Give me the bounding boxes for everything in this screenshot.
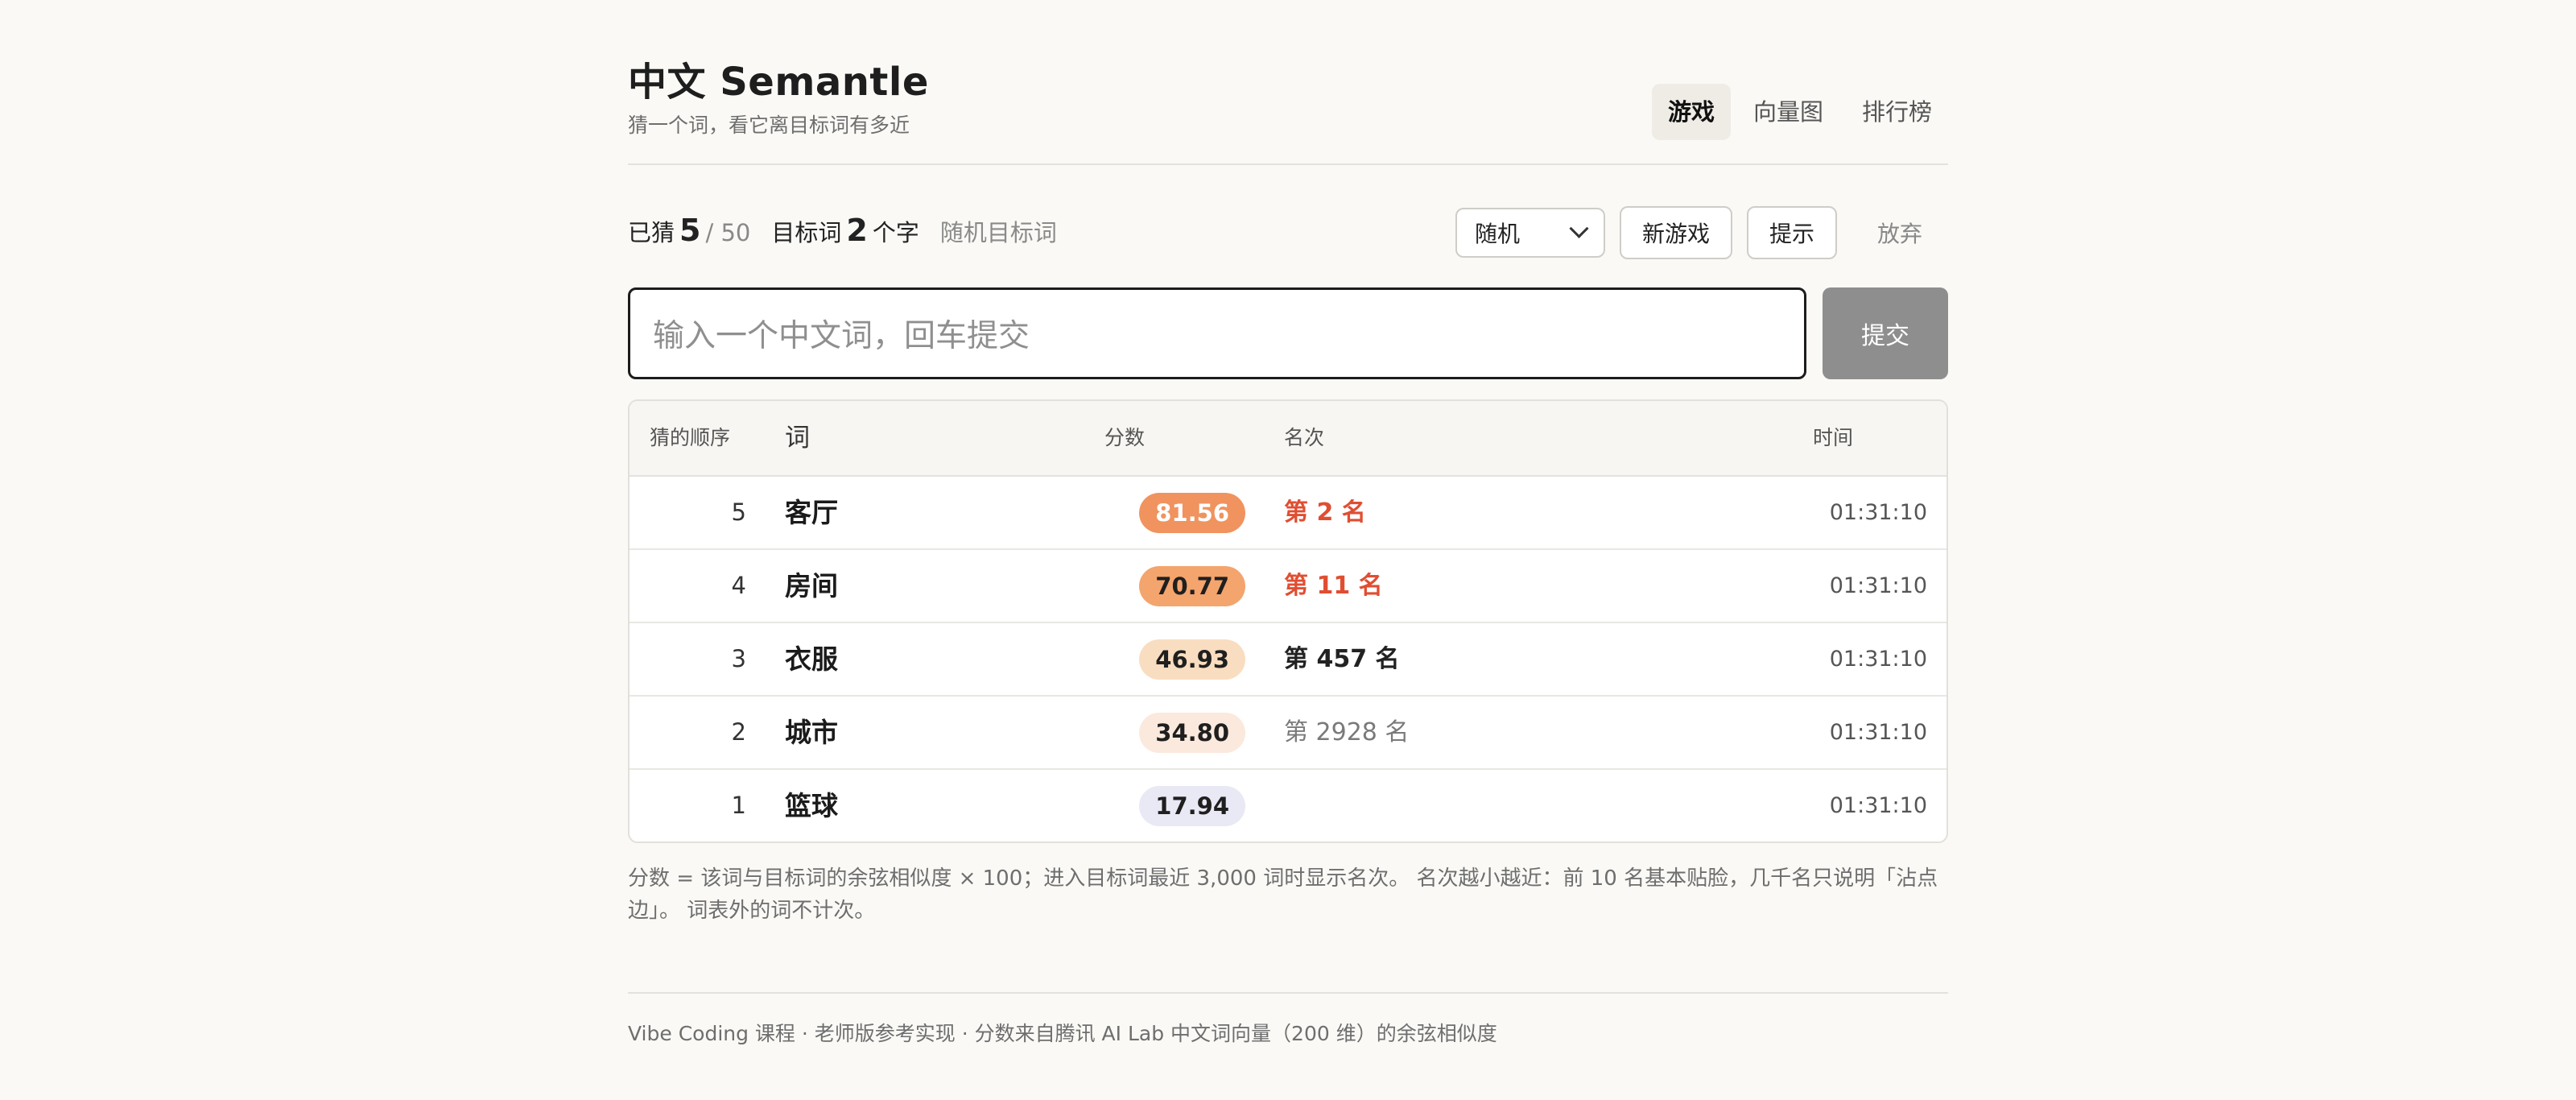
- table-row: 2 城市 34.80 第 2928 名 01:31:10: [630, 697, 1946, 770]
- page-title: 中文 Semantle: [628, 60, 929, 105]
- guess-score-cell: 81.56: [1139, 477, 1245, 548]
- guessed-total: / 50: [705, 219, 751, 246]
- mode-select-value: 随机: [1474, 221, 1520, 247]
- tab-vector-map[interactable]: 向量图: [1737, 84, 1839, 140]
- table-row: 4 房间 70.77 第 11 名 01:31:10: [630, 550, 1946, 623]
- guessed-count: 5: [679, 213, 701, 248]
- hint-button[interactable]: 提示: [1746, 206, 1837, 259]
- new-game-button[interactable]: 新游戏: [1619, 206, 1732, 259]
- target-label: 目标词: [771, 219, 842, 246]
- mode-label: 随机目标词: [939, 219, 1057, 246]
- game-controls: 随机 新游戏 提示 放弃: [1455, 206, 1948, 259]
- page-footer: Vibe Coding 课程 · 老师版参考实现 · 分数来自腾讯 AI Lab…: [628, 992, 1948, 1047]
- guess-word: 客厅: [785, 497, 838, 528]
- target-length: 2: [846, 213, 868, 248]
- guess-time: 01:31:10: [1829, 793, 1927, 818]
- table-row: 1 篮球 17.94 01:31:10: [630, 770, 1946, 842]
- guess-order: 1: [731, 792, 746, 819]
- guess-rank: 第 11 名: [1284, 572, 1383, 600]
- score-badge: 81.56: [1139, 492, 1245, 533]
- top-nav: 游戏 向量图 排行榜: [1651, 84, 1948, 140]
- game-status-bar: 已猜 5/ 50 目标词 2 个字 随机目标词 随机 新游戏 提示 放弃: [628, 206, 1948, 259]
- guess-order: 2: [731, 718, 746, 746]
- guess-word: 衣服: [785, 643, 838, 675]
- header-time: 时间: [1813, 426, 1854, 449]
- guess-time: 01:31:10: [1829, 720, 1927, 745]
- guess-word: 篮球: [785, 790, 838, 821]
- score-badge: 46.93: [1139, 639, 1245, 680]
- guess-order: 4: [731, 572, 746, 599]
- guess-time: 01:31:10: [1829, 573, 1927, 598]
- guessed-label: 已猜: [628, 219, 675, 246]
- guess-order: 5: [731, 498, 746, 526]
- score-badge: 17.94: [1139, 785, 1245, 826]
- guess-time: 01:31:10: [1829, 647, 1927, 672]
- header-rank: 名次: [1284, 426, 1325, 449]
- page-subtitle: 猜一个词，看它离目标词有多近: [628, 114, 910, 137]
- guess-score-cell: 17.94: [1139, 770, 1245, 842]
- header-word: 词: [785, 424, 810, 453]
- guess-rank: 第 2 名: [1284, 498, 1366, 527]
- app-container: 中文 Semantle 猜一个词，看它离目标词有多近 游戏 向量图 排行榜 已猜…: [628, 0, 1948, 1045]
- submit-button[interactable]: 提交: [1823, 287, 1948, 379]
- guess-time: 01:31:10: [1829, 500, 1927, 525]
- guess-word: 房间: [785, 570, 838, 602]
- score-explanation: 分数 = 该词与目标词的余弦相似度 × 100；进入目标词最近 3,000 词时…: [628, 866, 1938, 923]
- table-row: 3 衣服 46.93 第 457 名 01:31:10: [630, 623, 1946, 697]
- page-header: 中文 Semantle 猜一个词，看它离目标词有多近 游戏 向量图 排行榜: [628, 0, 1948, 165]
- guess-input[interactable]: 输入一个中文词，回车提交: [628, 287, 1806, 379]
- guess-form: 输入一个中文词，回车提交 提交: [628, 287, 1948, 379]
- tab-leaderboard[interactable]: 排行榜: [1846, 84, 1948, 140]
- guess-rank: 第 457 名: [1284, 645, 1400, 673]
- mode-select[interactable]: 随机: [1455, 208, 1605, 258]
- tab-game[interactable]: 游戏: [1651, 84, 1731, 140]
- score-badge: 34.80: [1139, 712, 1245, 753]
- chevron-down-icon: [1569, 218, 1589, 238]
- guesses-table: 猜的顺序 词 分数 名次 时间 5 客厅 81.56 第 2 名 01:31:10 4 房间…: [628, 399, 1948, 843]
- target-unit: 个字: [872, 219, 919, 246]
- guess-score-cell: 46.93: [1139, 623, 1245, 695]
- header-score: 分数: [1104, 426, 1146, 449]
- game-stats: 已猜 5/ 50 目标词 2 个字 随机目标词: [628, 213, 1057, 248]
- score-badge: 70.77: [1139, 565, 1245, 606]
- table-body: 5 客厅 81.56 第 2 名 01:31:10 4 房间 70.77 第 11 名 01:31…: [630, 477, 1946, 842]
- guess-score-cell: 34.80: [1139, 697, 1245, 768]
- table-row: 5 客厅 81.56 第 2 名 01:31:10: [630, 477, 1946, 550]
- guess-score-cell: 70.77: [1139, 550, 1245, 622]
- give-up-button[interactable]: 放弃: [1852, 206, 1948, 259]
- table-header: 猜的顺序 词 分数 名次 时间: [630, 401, 1946, 477]
- guess-order: 3: [731, 645, 746, 672]
- header-order: 猜的顺序: [650, 426, 731, 449]
- guess-rank: 第 2928 名: [1284, 718, 1410, 746]
- guess-word: 城市: [785, 717, 838, 748]
